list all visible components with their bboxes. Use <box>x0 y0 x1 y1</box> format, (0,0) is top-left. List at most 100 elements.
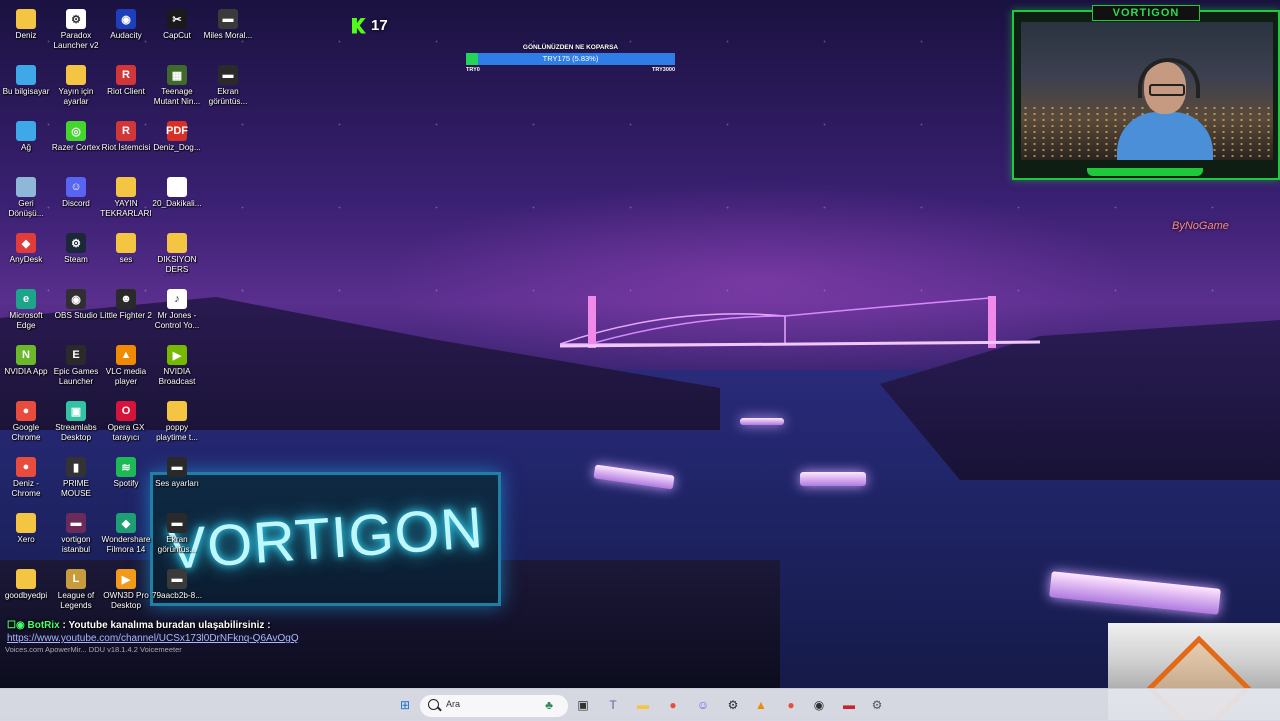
bot-icon: ☐◉ <box>7 620 25 631</box>
desktop-icon-label: Steam <box>64 255 88 264</box>
widgets-icon[interactable]: ♣ <box>538 694 560 716</box>
desktop-icon-label: Ekran görüntüs... <box>157 535 197 554</box>
chat-overlay: ☐◉ BotRix : Youtube kanalıma buradan ula… <box>7 620 299 644</box>
windows-start-icon[interactable]: ⊞ <box>394 694 416 716</box>
desktop-icon[interactable]: ▦ Teenage Mutant Nin... <box>151 60 203 114</box>
desktop-icon[interactable]: ▬ Ses ayarları <box>151 452 203 506</box>
desktop-icon[interactable]: ▣ Streamlabs Desktop <box>50 396 102 450</box>
app-icon: L <box>66 569 86 589</box>
desktop-icon-label: Audacity <box>110 31 142 40</box>
desktop-icon[interactable]: ▬ Ekran görüntüs... <box>202 60 254 114</box>
desktop-icon-label: VLC media player <box>105 367 147 386</box>
app-icon: ▬ <box>218 9 238 29</box>
desktop-icon[interactable]: Xero <box>0 508 52 562</box>
desktop-icon[interactable]: ⚙ Steam <box>50 228 102 282</box>
desktop-icon[interactable]: ▶ OWN3D Pro Desktop <box>100 564 152 618</box>
desktop-icon-label: NVIDIA App <box>4 367 48 376</box>
desktop-icon[interactable]: R Riot Client <box>100 60 152 114</box>
desktop-icon[interactable]: DIKSIYON DERS ANLA... <box>151 228 203 282</box>
app-icon <box>66 65 86 85</box>
app-icon: ▶ <box>167 345 187 365</box>
desktop-icon-label: Opera GX tarayıcı <box>107 423 145 442</box>
app-icon: ● <box>16 401 36 421</box>
desktop-icon[interactable]: Deniz <box>0 4 52 58</box>
desktop-icon[interactable]: E Epic Games Launcher <box>50 340 102 394</box>
desktop-icon[interactable]: Geri Dönüşü... <box>0 172 52 226</box>
task-view-icon[interactable]: ▣ <box>572 694 594 716</box>
desktop-icon[interactable]: PDF Deniz_Dog... <box>151 116 203 170</box>
desktop-icon[interactable]: L League of Legends <box>50 564 102 618</box>
chat-link[interactable]: https://www.youtube.com/channel/UCSx173l… <box>7 633 299 644</box>
file-explorer-icon[interactable]: ▬ <box>632 694 654 716</box>
desktop-icon[interactable]: ☻ Little Fighter 2 <box>100 284 152 338</box>
desktop-icon[interactable]: ● Google Chrome <box>0 396 52 450</box>
desktop-icon[interactable]: ✂ CapCut <box>151 4 203 58</box>
desktop-icon[interactable]: ▬ Ekran görüntüs... <box>151 508 203 562</box>
desktop-icon[interactable]: ⚙ Paradox Launcher v2 <box>50 4 102 58</box>
settings-icon[interactable]: ⚙ <box>866 694 888 716</box>
desktop-icon[interactable]: Yayın için ayarlar <box>50 60 102 114</box>
desktop-icon[interactable]: ◆ AnyDesk <box>0 228 52 282</box>
desktop-icon-label: poppy playtime t... <box>156 423 198 442</box>
desktop-icon[interactable]: ☺ Discord <box>50 172 102 226</box>
desktop-icon-label: 79aacb2b-8... <box>151 591 203 600</box>
desktop-icon-label: Miles Moral... <box>203 31 253 40</box>
desktop-icon-label: goodbyedpi <box>4 591 48 600</box>
teams-icon[interactable]: T <box>602 694 624 716</box>
desktop-icon-label: Ağ <box>20 143 31 152</box>
chrome-icon[interactable]: ● <box>662 694 684 716</box>
desktop-icon[interactable]: ▬ 79aacb2b-8... <box>151 564 203 618</box>
desktop-icon[interactable]: ses <box>100 228 152 282</box>
desktop-icon-label: PRIME MOUSE <box>60 479 92 498</box>
desktop-icon[interactable]: Bu bilgisayar <box>0 60 52 114</box>
app-icon: ▬ <box>167 569 187 589</box>
app-icon: R <box>116 65 136 85</box>
desktop-icon-label: Razer Cortex <box>51 143 101 152</box>
desktop-icon-label: League of Legends <box>57 591 95 610</box>
desktop-icon-label: Little Fighter 2 <box>100 311 152 320</box>
desktop-icon[interactable]: Ağ <box>0 116 52 170</box>
steam-icon[interactable]: ⚙ <box>722 694 744 716</box>
desktop-icon[interactable]: O Opera GX tarayıcı <box>100 396 152 450</box>
obs-icon[interactable]: ◉ <box>808 694 830 716</box>
app-icon: ◆ <box>16 233 36 253</box>
chrome-profile-icon[interactable]: ● <box>780 694 802 716</box>
desktop-icon[interactable]: N NVIDIA App <box>0 340 52 394</box>
desktop-icon[interactable]: poppy playtime t... <box>151 396 203 450</box>
desktop-icon[interactable]: goodbyedpi <box>0 564 52 618</box>
bridge <box>560 296 1040 348</box>
desktop-icon[interactable]: ● Deniz - Chrome <box>0 452 52 506</box>
desktop-icon[interactable]: ◉ Audacity <box>100 4 152 58</box>
desktop-icon-label: Google Chrome <box>11 423 41 442</box>
desktop-icon[interactable]: ◎ Razer Cortex <box>50 116 102 170</box>
app-icon <box>16 513 36 533</box>
desktop-icon[interactable]: YAYIN TEKRARLARI <box>100 172 152 226</box>
voicemeeter-icon[interactable]: ▬ <box>838 694 860 716</box>
app-icon: e <box>16 289 36 309</box>
desktop-icon[interactable]: ▬ vortigon istanbul <box>50 508 102 562</box>
app-icon: ▮ <box>66 457 86 477</box>
app-icon: ▶ <box>116 569 136 589</box>
desktop-icon[interactable]: ≋ Spotify <box>100 452 152 506</box>
desktop-icon[interactable]: ♪ Mr Jones - Control Yo... <box>151 284 203 338</box>
desktop-icon[interactable]: R Riot İstemcisi <box>100 116 152 170</box>
desktop-icon[interactable]: ▬ Miles Moral... <box>202 4 254 58</box>
desktop-icon[interactable]: ▮ PRIME MOUSE <box>50 452 102 506</box>
app-icon <box>167 233 187 253</box>
app-icon <box>116 177 136 197</box>
desktop-icon[interactable]: ▶ NVIDIA Broadcast <box>151 340 203 394</box>
donation-goal: GÖNLÜNÜZDEN NE KOPARSA TRY175 (5.83%) TR… <box>466 44 675 73</box>
desktop-icon-label: Riot İstemcisi <box>101 143 151 152</box>
goal-min: TRY0 <box>466 67 480 73</box>
vlc-icon[interactable]: ▲ <box>750 694 772 716</box>
desktop-icon[interactable]: 20_Dakikali... <box>151 172 203 226</box>
desktop-icon-label: Geri Dönüşü... <box>8 199 44 218</box>
desktop-icon[interactable]: ◆ Wondershare Filmora 14 <box>100 508 152 562</box>
discord-icon[interactable]: ☺ <box>692 694 714 716</box>
desktop-icon[interactable]: ▲ VLC media player <box>100 340 152 394</box>
desktop-icon[interactable]: ◉ OBS Studio <box>50 284 102 338</box>
desktop-icon-label: Riot Client <box>107 87 145 96</box>
desktop-icon-label: Streamlabs Desktop <box>55 423 97 442</box>
desktop-icon[interactable]: e Microsoft Edge <box>0 284 52 338</box>
app-icon: ⚙ <box>66 9 86 29</box>
